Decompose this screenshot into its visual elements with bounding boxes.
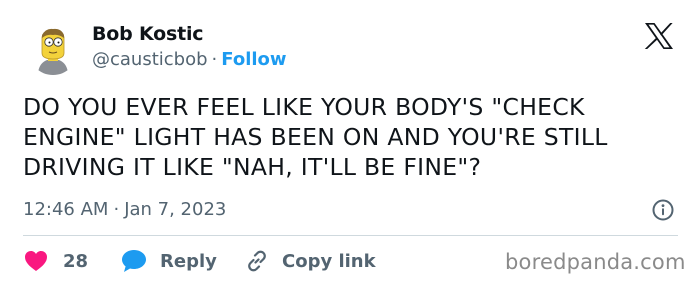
info-icon[interactable] — [652, 199, 674, 221]
author-name[interactable]: Bob Kostic — [92, 23, 204, 45]
reply-label: Reply — [160, 250, 217, 272]
tweet-time[interactable]: 12:46 AM — [23, 199, 108, 220]
tweet-date[interactable]: Jan 7, 2023 — [124, 199, 226, 220]
tweet-text: DO YOU EVER FEEL LIKE YOUR BODY'S "CHECK… — [23, 93, 608, 181]
link-icon — [248, 250, 266, 272]
follow-button[interactable]: Follow — [221, 49, 286, 70]
heart-icon — [25, 251, 47, 271]
copy-link-button[interactable]: Copy link — [245, 248, 376, 274]
author-meta: @causticbob · Follow — [92, 49, 287, 70]
avatar[interactable] — [28, 25, 78, 75]
tweet-timestamp[interactable]: 12:46 AM · Jan 7, 2023 — [23, 199, 226, 220]
divider — [23, 235, 678, 236]
x-logo-icon[interactable] — [644, 22, 674, 50]
like-count: 28 — [63, 250, 89, 272]
author-handle[interactable]: @causticbob — [92, 49, 208, 70]
reply-button[interactable]: Reply — [121, 248, 217, 274]
copy-link-label: Copy link — [282, 250, 376, 272]
watermark: boredpanda.com — [505, 250, 686, 274]
separator-dot: · — [211, 49, 218, 70]
speech-bubble-icon — [122, 250, 146, 272]
simpsons-avatar-icon — [28, 25, 78, 75]
like-button[interactable]: 28 — [24, 248, 88, 274]
separator-dot: · — [113, 199, 120, 220]
